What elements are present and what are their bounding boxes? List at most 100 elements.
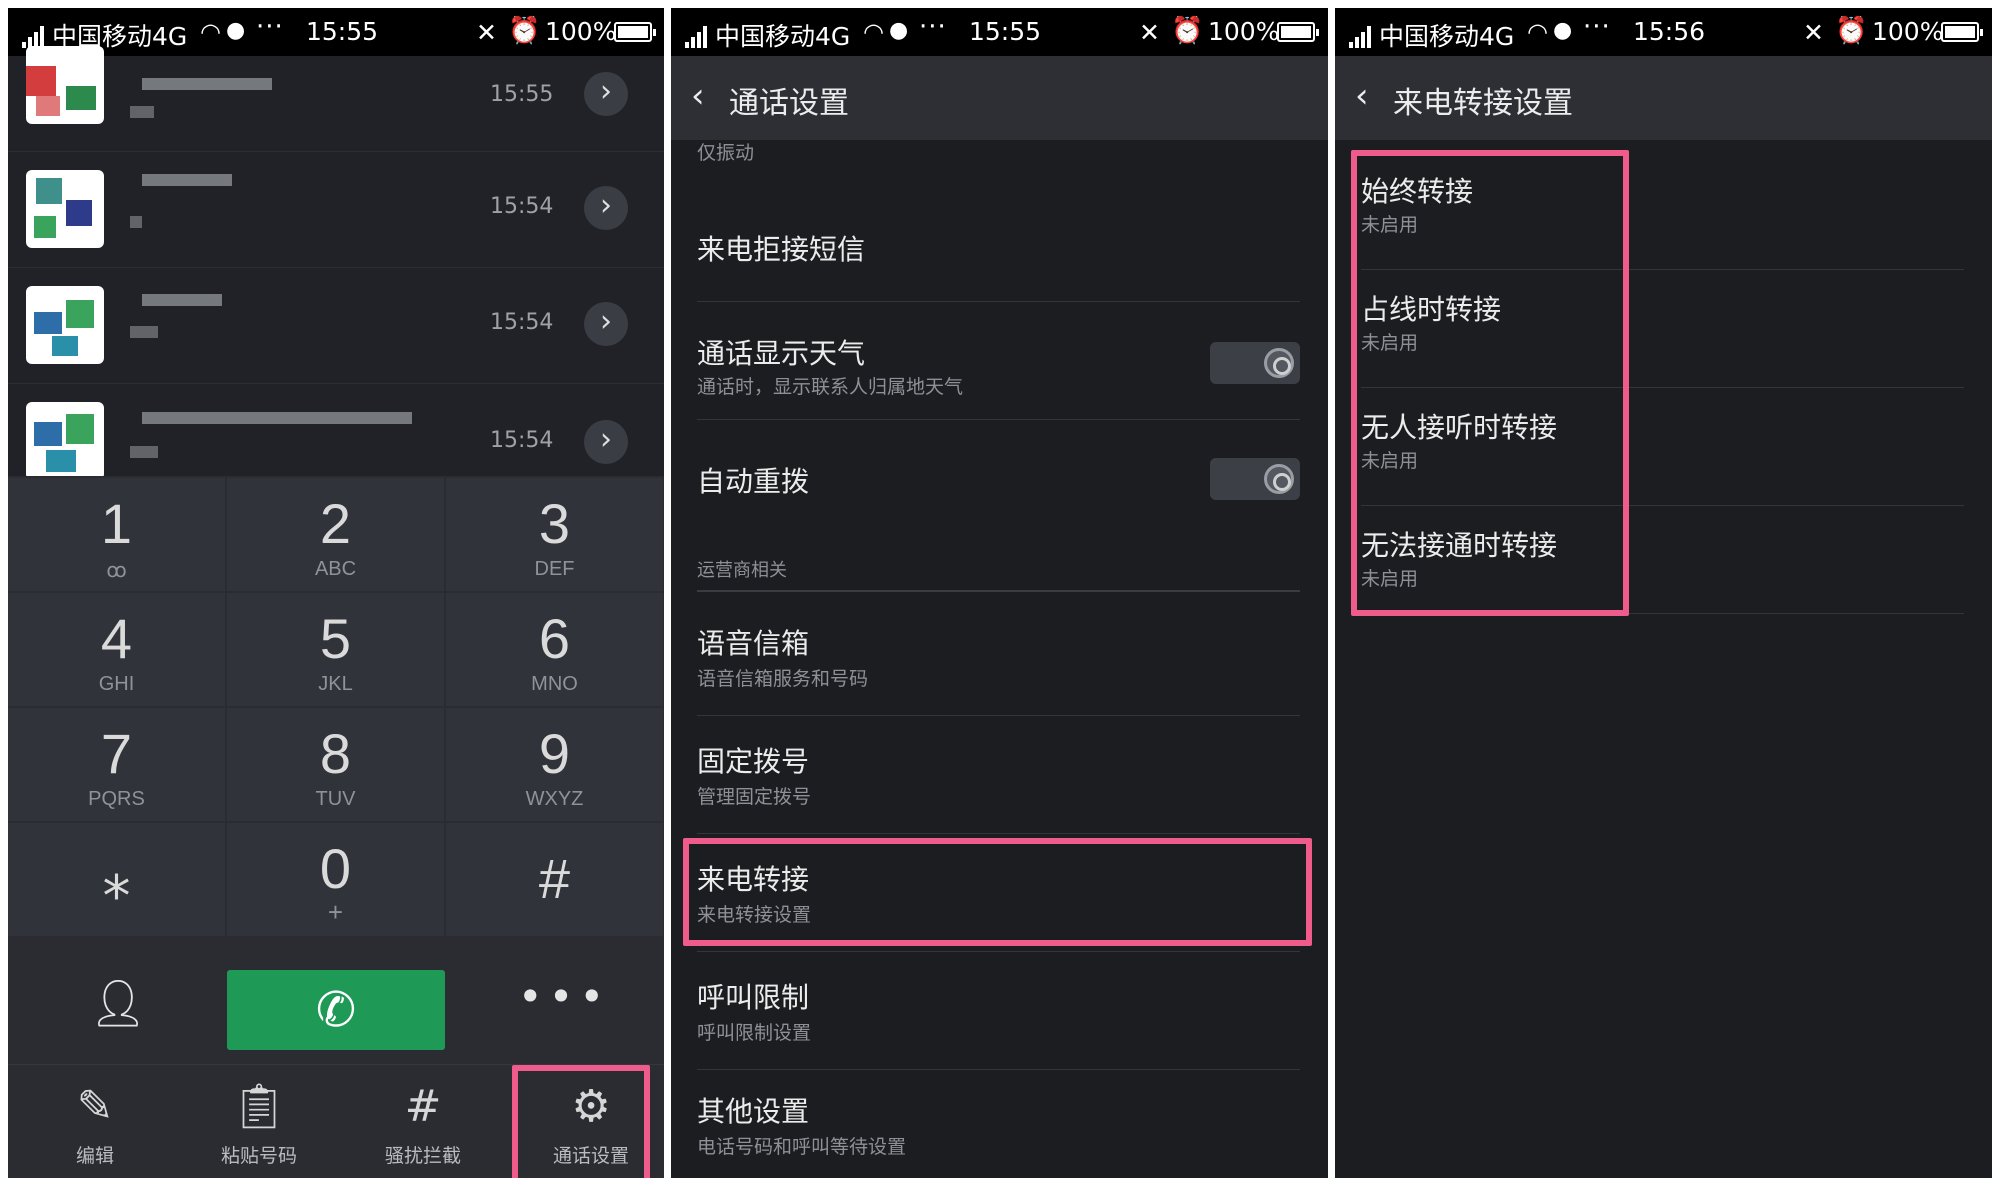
call-detail-arrow-icon[interactable]: › (584, 186, 628, 230)
tab-label: 编辑 (75, 1145, 114, 1167)
call-detail-arrow-icon[interactable]: › (584, 302, 628, 346)
setting-subtitle: 管理固定拨号 (697, 786, 812, 808)
call-time: 15:54 (490, 194, 554, 219)
setting-call-barring[interactable]: 呼叫限制 呼叫限制设置 (697, 952, 1300, 1070)
recent-calls-list: 15:55 › 15:54 › 15:54 › 15:54 › (8, 46, 664, 480)
key-6[interactable]: 6 MNO (446, 593, 663, 706)
setting-title: 通话显示天气 (697, 337, 866, 370)
key-letters: + (327, 897, 344, 927)
tab-paste-number[interactable]: 📋︎ 粘贴号码 (184, 1065, 334, 1178)
key-9[interactable]: 9 WXYZ (446, 708, 663, 821)
section-header: 运营商相关 (697, 556, 1300, 592)
contact-number-redacted (130, 446, 158, 458)
page-title: 通话设置 (729, 86, 849, 121)
highlight-box (512, 1065, 650, 1178)
call-detail-arrow-icon[interactable]: › (584, 72, 628, 116)
setting-auto-redial[interactable]: 自动重拨 (697, 420, 1300, 536)
contact-avatar (26, 402, 104, 480)
back-arrow-icon[interactable]: ‹ (691, 76, 705, 116)
weather-toggle[interactable] (1210, 342, 1300, 384)
key-7[interactable]: 7 PQRS (8, 708, 225, 821)
carrier-label: 中国移动4G (715, 22, 851, 51)
tab-label: 骚扰拦截 (384, 1145, 461, 1167)
call-settings-screen: 中国移动4G ◠ ● ··· 15:55 ✕ ⏰ 100% ‹ 通话设置 仅振动… (671, 8, 1328, 1178)
contacts-button[interactable]: 👤︎ (68, 976, 168, 1046)
setting-other[interactable]: 其他设置 电话号码和呼叫等待设置 (697, 1070, 1300, 1178)
key-8[interactable]: 8 TUV (227, 708, 444, 821)
signal-icon (685, 24, 711, 48)
key-0[interactable]: 0 + (227, 823, 444, 936)
key-1[interactable]: 1ꝏ (8, 478, 225, 591)
tab-harassment-block[interactable]: # 骚扰拦截 (348, 1065, 498, 1178)
toggle-knob (1264, 348, 1294, 378)
call-row[interactable]: 15:54 › (8, 268, 664, 384)
setting-title: 呼叫限制 (697, 981, 810, 1014)
page-title: 来电转接设置 (1393, 86, 1573, 121)
contact-number-redacted (130, 106, 154, 118)
key-digit: 0 (319, 837, 352, 900)
header: ‹ 通话设置 (671, 56, 1328, 140)
key-4[interactable]: 4 GHI (8, 593, 225, 706)
key-digit: 2 (319, 492, 352, 555)
battery-percent: 100% (1208, 17, 1280, 46)
setting-voicemail[interactable]: 语音信箱 语音信箱服务和号码 (697, 598, 1300, 716)
setting-subtitle: 语音信箱服务和号码 (697, 668, 869, 690)
clock: 15:55 (969, 17, 1042, 46)
vibrate-only-label: 仅振动 (697, 142, 755, 164)
call-time: 15:54 (490, 428, 554, 453)
key-hash[interactable]: # (446, 823, 663, 936)
setting-title: 其他设置 (697, 1095, 810, 1128)
dialer-tab-bar: ✎ 编辑 📋︎ 粘贴号码 # 骚扰拦截 ⚙ 通话设置 (8, 1064, 664, 1178)
wechat-icon: ● (889, 18, 909, 43)
key-digit: 6 (538, 607, 571, 670)
key-letters: PQRS (88, 788, 145, 810)
key-digit: 9 (538, 722, 571, 785)
setting-show-weather[interactable]: 通话显示天气 通话时，显示联系人归属地天气 (697, 302, 1300, 420)
person-icon: 👤︎ (88, 976, 148, 1030)
clipboard-icon: 📋︎ (231, 1081, 287, 1132)
key-digit: 7 (100, 722, 133, 785)
key-2[interactable]: 2 ABC (227, 478, 444, 591)
back-arrow-icon[interactable]: ‹ (1355, 76, 1369, 116)
key-letters: DEF (534, 558, 575, 580)
tab-edit[interactable]: ✎ 编辑 (20, 1065, 170, 1178)
setting-title: 语音信箱 (697, 627, 810, 660)
key-digit: 8 (319, 722, 352, 785)
contact-avatar (26, 170, 104, 248)
call-button[interactable]: ✆ (227, 970, 445, 1050)
contact-name-redacted (142, 412, 412, 424)
key-digit: 3 (538, 492, 571, 555)
battery-icon (1277, 22, 1319, 42)
key-star[interactable]: ⁎ (8, 823, 225, 936)
contact-avatar (26, 286, 104, 364)
more-button[interactable]: ••• (504, 972, 624, 1042)
setting-reject-sms[interactable]: 来电拒接短信 (697, 188, 1300, 302)
signal-icon (1349, 24, 1375, 48)
wifi-icon: ◠ (863, 18, 884, 46)
call-row[interactable]: 15:55 › (8, 36, 664, 152)
key-letters: ABC (314, 558, 357, 580)
contact-name-redacted (142, 78, 272, 90)
key-letters: JKL (318, 673, 353, 695)
call-time: 15:55 (490, 82, 554, 107)
key-3[interactable]: 3 DEF (446, 478, 663, 591)
setting-fixed-dialing[interactable]: 固定拨号 管理固定拨号 (697, 716, 1300, 834)
key-digit: ⁎ (102, 847, 131, 910)
auto-redial-toggle[interactable] (1210, 458, 1300, 500)
status-bar: 中国移动4G ◠ ● ··· 15:55 ✕ ⏰ 100% (671, 8, 1328, 56)
key-5[interactable]: 5 JKL (227, 593, 444, 706)
contact-name-redacted (142, 174, 232, 186)
key-digit: 1 (100, 492, 133, 555)
battery-level (1281, 26, 1311, 38)
mute-icon: ✕ (1139, 18, 1160, 47)
alarm-icon: ⏰ (1835, 16, 1868, 46)
call-detail-arrow-icon[interactable]: › (584, 420, 628, 464)
key-letters: WXYZ (525, 788, 584, 810)
setting-title: 自动重拨 (697, 465, 810, 498)
call-row[interactable]: 15:54 › (8, 152, 664, 268)
contact-number-redacted (130, 326, 158, 338)
more-notifications-icon: ··· (1583, 12, 1611, 42)
carrier-label: 中国移动4G (1379, 22, 1515, 51)
voicemail-icon: ꝏ (106, 560, 127, 582)
contact-avatar (26, 46, 104, 124)
